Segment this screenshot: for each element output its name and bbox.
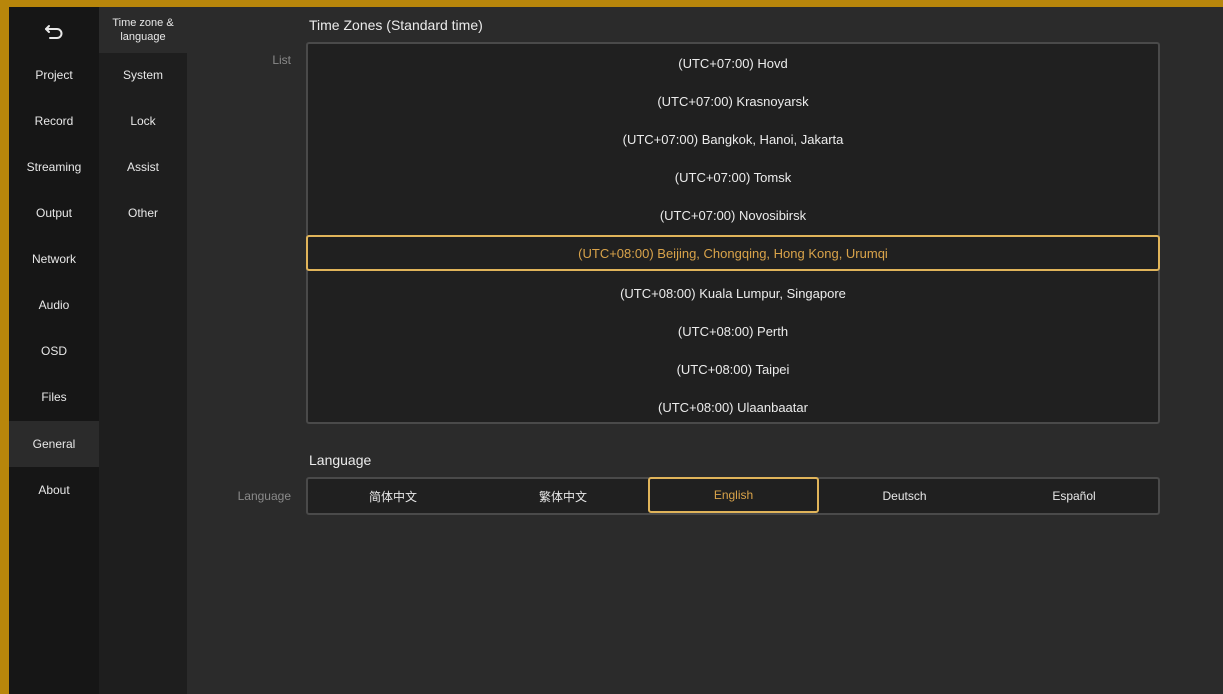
sidebar-item-label: Files <box>41 390 67 404</box>
subnav-item-label: Time zone & language <box>112 17 174 43</box>
settings-window: Project Record Streaming Output Network … <box>9 7 1223 694</box>
sidebar-item-label: Record <box>34 114 74 128</box>
language-row-label: Language <box>237 489 291 503</box>
sidebar-item-files[interactable]: Files <box>9 379 99 415</box>
sidebar-item-label: Streaming <box>26 160 82 174</box>
sidebar-item-network[interactable]: Network <box>9 241 99 277</box>
sidebar-item-label: Output <box>35 206 73 220</box>
sidebar-item-label: About <box>38 483 70 497</box>
sidebar-item-label: Project <box>35 68 73 82</box>
sidebar-item-record[interactable]: Record <box>9 103 99 139</box>
sidebar-item-project[interactable]: Project <box>9 57 99 93</box>
language-option-deutsch[interactable]: Deutsch <box>819 479 990 513</box>
timezone-option[interactable]: (UTC+07:00) Bangkok, Hanoi, Jakarta <box>308 120 1158 158</box>
timezone-list[interactable]: (UTC+07:00) Hovd (UTC+07:00) Krasnoyarsk… <box>306 42 1160 424</box>
timezones-row-label: List <box>272 53 291 67</box>
subnav-item-label: Assist <box>126 160 159 174</box>
sidebar-item-osd[interactable]: OSD <box>9 333 99 369</box>
sidebar-item-about[interactable]: About <box>9 472 99 508</box>
subnav-item-label: Other <box>127 206 158 220</box>
sidebar-item-label: General <box>32 437 76 451</box>
language-title: Language <box>309 452 372 468</box>
timezone-option[interactable]: (UTC+08:00) Taipei <box>308 350 1158 388</box>
timezone-option[interactable]: (UTC+07:00) Tomsk <box>308 158 1158 196</box>
language-option-traditional-chinese[interactable]: 繁体中文 <box>478 479 648 513</box>
subnav-item-other[interactable]: Other <box>99 195 187 231</box>
sidebar-item-label: OSD <box>40 344 67 358</box>
subnav-item-lock[interactable]: Lock <box>99 103 187 139</box>
subnav-item-label: System <box>122 68 163 82</box>
sidebar-item-general[interactable]: General <box>9 421 99 467</box>
sidebar-item-label: Audio <box>38 298 70 312</box>
timezone-option[interactable]: (UTC+08:00) Perth <box>308 312 1158 350</box>
timezone-option[interactable]: (UTC+07:00) Krasnoyarsk <box>308 82 1158 120</box>
subnav-item-timezone-language[interactable]: Time zone & language <box>99 7 187 53</box>
timezone-option-selected[interactable]: (UTC+08:00) Beijing, Chongqing, Hong Kon… <box>306 235 1160 271</box>
subnav-item-label: Lock <box>130 114 156 128</box>
timezones-title: Time Zones (Standard time) <box>309 17 483 33</box>
language-selector: 简体中文 繁体中文 English Deutsch Español <box>306 477 1160 515</box>
timezone-option[interactable]: (UTC+07:00) Novosibirsk <box>308 196 1158 234</box>
sidebar-item-label: Network <box>31 252 76 266</box>
sidebar-item-audio[interactable]: Audio <box>9 287 99 323</box>
main-sidebar: Project Record Streaming Output Network … <box>9 7 99 694</box>
back-arrow-icon[interactable] <box>9 15 99 49</box>
timezone-option[interactable]: (UTC+07:00) Hovd <box>308 44 1158 82</box>
subnav-item-system[interactable]: System <box>99 57 187 93</box>
language-option-espanol[interactable]: Español <box>990 479 1158 513</box>
timezone-option[interactable]: (UTC+08:00) Kuala Lumpur, Singapore <box>308 274 1158 312</box>
subnav-item-assist[interactable]: Assist <box>99 149 187 185</box>
sidebar-item-output[interactable]: Output <box>9 195 99 231</box>
language-option-simplified-chinese[interactable]: 简体中文 <box>308 479 478 513</box>
timezone-option[interactable]: (UTC+08:00) Ulaanbaatar <box>308 388 1158 426</box>
sub-sidebar: Time zone & language System Lock Assist … <box>99 7 187 694</box>
sidebar-item-streaming[interactable]: Streaming <box>9 149 99 185</box>
language-option-english[interactable]: English <box>648 477 819 513</box>
